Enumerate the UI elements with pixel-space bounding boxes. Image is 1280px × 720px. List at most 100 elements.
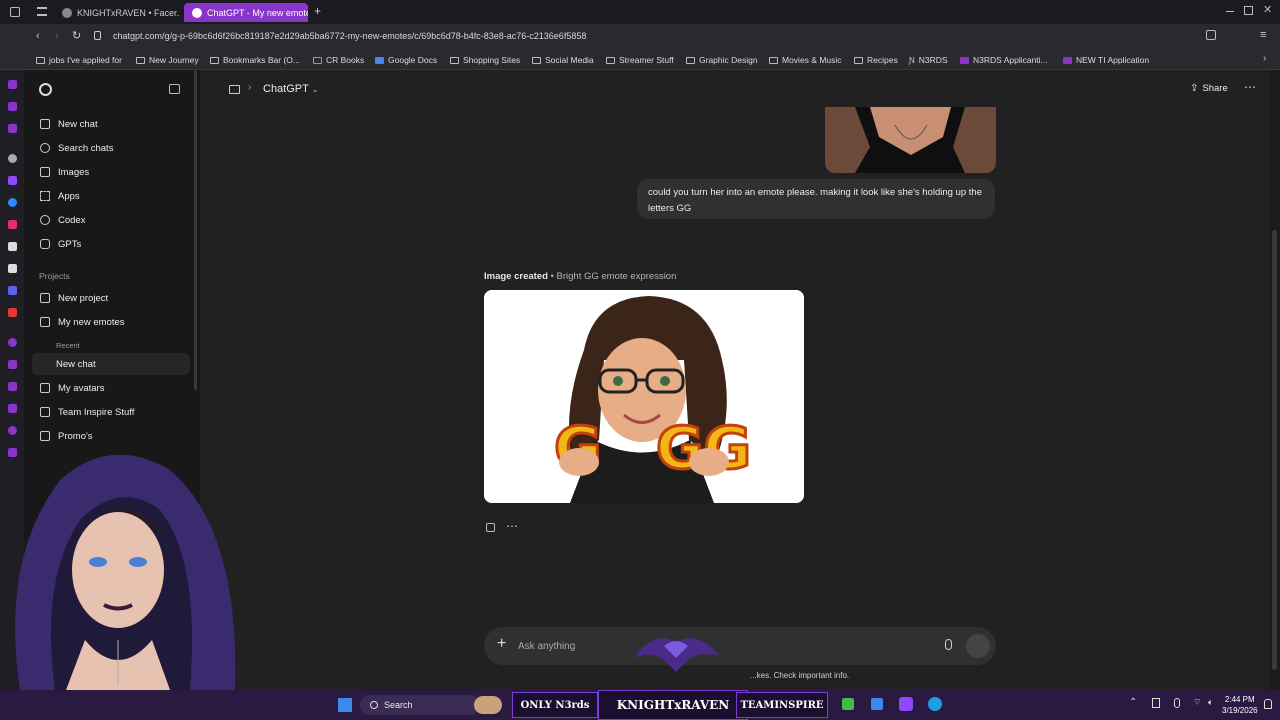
weather-widget-icon[interactable] — [474, 696, 502, 714]
generated-emote-image[interactable]: G GG — [484, 290, 804, 503]
recent-chat-item[interactable]: New chat — [32, 353, 190, 375]
bookmarks-overflow-icon[interactable]: › — [1263, 53, 1266, 64]
back-icon[interactable]: ‹ — [36, 30, 40, 42]
rail-twitch-icon[interactable] — [8, 176, 17, 185]
voice-mode-icon[interactable] — [966, 634, 990, 658]
site-info-icon[interactable] — [94, 31, 101, 40]
taskbar-app-icon[interactable] — [842, 698, 854, 710]
reload-icon[interactable]: ↻ — [72, 29, 81, 42]
tab-chatgpt[interactable]: ChatGPT - My new emote — [184, 3, 308, 22]
search-chats-button[interactable]: Search chats — [32, 137, 190, 159]
project-team-inspire-stuff[interactable]: Team Inspire Stuff — [32, 401, 190, 423]
minimize-icon[interactable] — [1226, 11, 1234, 12]
copy-icon[interactable] — [486, 523, 495, 532]
rail-youtube-icon[interactable] — [8, 308, 17, 317]
bookmark-item[interactable]: NEW TI Application — [1063, 55, 1149, 65]
sidebar-scrollbar[interactable] — [194, 70, 197, 390]
scroll-thumb[interactable] — [1272, 230, 1277, 670]
rail-download-icon[interactable] — [8, 404, 17, 413]
bookmark-item[interactable]: Movies & Music — [769, 55, 842, 65]
folder-icon — [769, 56, 778, 64]
taskbar-twitch-icon[interactable] — [899, 697, 913, 711]
share-button[interactable]: ⇪ Share — [1190, 83, 1228, 94]
speaker-icon[interactable] — [1152, 698, 1160, 708]
notification-icon[interactable] — [1264, 699, 1272, 709]
new-chat-button[interactable]: New chat — [32, 113, 190, 135]
projects-heading: Projects — [39, 271, 70, 281]
bookmark-item[interactable]: Google Docs — [375, 55, 437, 65]
more-options-icon[interactable]: ⋯ — [1244, 80, 1256, 94]
microphone-icon[interactable] — [945, 639, 952, 650]
uploaded-image-thumbnail[interactable] — [825, 107, 996, 173]
bookmark-item[interactable]: Bookmarks Bar (O... — [210, 55, 300, 65]
folder-plus-icon — [40, 293, 50, 303]
chevron-down-icon: ⌄ — [311, 85, 319, 94]
rail-app-icon[interactable] — [8, 360, 17, 369]
bookmark-item[interactable]: Streamer Stuff — [606, 55, 674, 65]
project-my-new-emotes[interactable]: My new emotes — [32, 311, 190, 333]
project-my-avatars[interactable]: My avatars — [32, 377, 190, 399]
tab-list-icon[interactable] — [37, 7, 47, 16]
rail-x-icon[interactable] — [8, 264, 17, 273]
bookmark-item[interactable]: Ɲ N3RDS — [909, 55, 948, 65]
rail-openai-icon[interactable] — [8, 154, 17, 163]
bookmark-favicon-icon — [960, 56, 969, 64]
tab-title: ChatGPT - My new emote — [207, 7, 308, 18]
folder-icon[interactable] — [229, 85, 240, 94]
taskbar-search[interactable]: Search — [360, 695, 480, 715]
model-selector[interactable]: ChatGPT ⌄ — [263, 83, 318, 95]
rail-discord-icon[interactable] — [8, 286, 17, 295]
search-icon — [370, 701, 378, 709]
openai-logo-icon[interactable] — [39, 83, 52, 96]
extensions-icon[interactable] — [1206, 30, 1216, 40]
add-attachment-icon[interactable]: + — [497, 635, 506, 653]
bookmark-item[interactable]: N3RDS Applicanti... — [960, 55, 1048, 65]
rail-app-icon[interactable] — [8, 102, 17, 111]
tab-actions-icon[interactable] — [10, 7, 20, 17]
maximize-icon[interactable] — [1244, 6, 1253, 15]
tab-knightxraven[interactable]: KNIGHTxRAVEN • Facer... — [54, 3, 180, 22]
rail-settings-icon[interactable] — [8, 426, 17, 435]
rail-app-icon[interactable] — [8, 382, 17, 391]
rail-app-icon[interactable] — [8, 124, 17, 133]
more-actions-icon[interactable]: ⋯ — [506, 519, 518, 533]
images-button[interactable]: Images — [32, 161, 190, 183]
taskbar-clock[interactable]: 2:44 PM 3/19/2026 — [1222, 694, 1258, 716]
main-scrollbar[interactable] — [1270, 70, 1280, 690]
menu-icon[interactable]: ≡ — [1260, 29, 1266, 41]
rail-messenger-icon[interactable] — [8, 198, 17, 207]
taskbar-browser-icon[interactable] — [928, 697, 942, 711]
bookmark-item[interactable]: Graphic Design — [686, 55, 758, 65]
new-tab-plus-icon[interactable]: + — [314, 4, 321, 18]
rail-tiktok-icon[interactable] — [8, 242, 17, 251]
bookmark-item[interactable]: jobs I've applied for — [36, 55, 122, 65]
only-n3rds-banner: ONLY N3rds — [512, 692, 598, 718]
url-text[interactable]: chatgpt.com/g/g-p-69bc6d6f26bc819187e2d2… — [113, 31, 586, 41]
volume-icon[interactable]: 🔈︎ — [1208, 697, 1213, 708]
forward-icon[interactable]: › — [55, 30, 59, 42]
bookmark-item[interactable]: Recipes — [854, 55, 898, 65]
bookmark-item[interactable]: Social Media — [532, 55, 594, 65]
bookmark-item[interactable]: Shopping Sites — [450, 55, 520, 65]
rail-instagram-icon[interactable] — [8, 220, 17, 229]
emote-illustration: G GG — [484, 290, 804, 503]
tray-chevron-up-icon[interactable]: ⌃ — [1129, 697, 1137, 708]
codex-button[interactable]: Codex — [32, 209, 190, 231]
apps-button[interactable]: Apps — [32, 185, 190, 207]
bookmark-item[interactable]: CR Books — [313, 55, 364, 65]
gpts-button[interactable]: GPTs — [32, 233, 190, 255]
taskbar-notepad-icon[interactable] — [871, 698, 883, 710]
windows-start-icon[interactable] — [338, 698, 352, 712]
image-title: Bright GG emote expression — [556, 271, 677, 282]
apps-grid-icon — [40, 191, 50, 201]
folder-icon — [40, 383, 50, 393]
mic-tray-icon[interactable] — [1174, 698, 1180, 708]
new-project-button[interactable]: New project — [32, 287, 190, 309]
close-window-icon[interactable]: ✕ — [1263, 3, 1272, 16]
rail-app-icon[interactable] — [8, 80, 17, 89]
rail-app-icon[interactable] — [8, 338, 17, 347]
search-icon — [40, 143, 50, 153]
wifi-icon[interactable]: ⌔ — [1193, 697, 1201, 708]
bookmark-item[interactable]: New Journey — [136, 55, 199, 65]
toggle-sidebar-icon[interactable] — [169, 84, 180, 94]
